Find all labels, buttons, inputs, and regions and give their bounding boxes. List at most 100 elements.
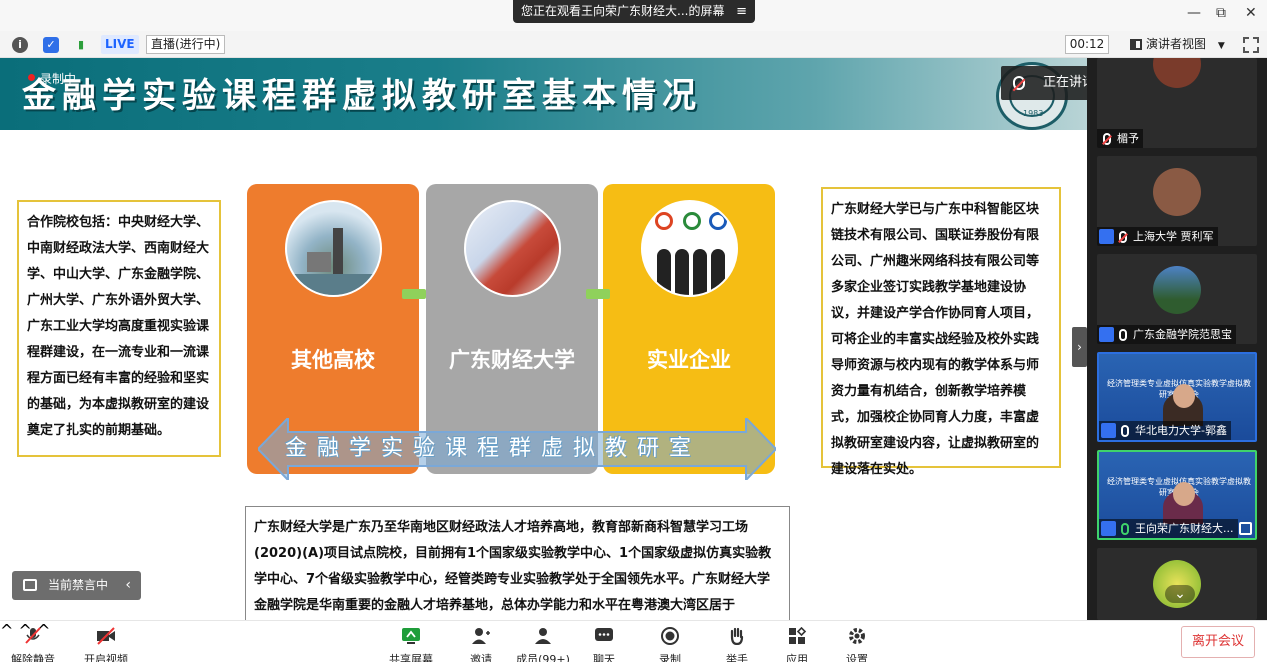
arrow-banner-text: 金融学实验课程群虚拟教研室 bbox=[285, 436, 702, 461]
participant-name: 上海大学 贾利军 bbox=[1133, 230, 1214, 243]
scroll-down-icon[interactable]: ⌄ bbox=[1165, 585, 1195, 603]
chevron-left-icon[interactable]: ‹ bbox=[125, 571, 131, 600]
record-button[interactable]: 录制 bbox=[640, 625, 700, 662]
title-bar: 您正在观看王向荣广东财经大...的屏幕 ≡ — ⧉ ✕ bbox=[0, 0, 1267, 31]
tower-shape bbox=[333, 228, 343, 276]
apps-button[interactable]: 应用 bbox=[767, 625, 827, 662]
camera-off-icon bbox=[97, 627, 115, 645]
record-dot-icon bbox=[28, 74, 35, 81]
settings-button[interactable]: 设置 bbox=[827, 625, 887, 662]
record-label: 录制 bbox=[659, 653, 681, 662]
menu-icon[interactable]: ≡ bbox=[736, 0, 747, 23]
restore-icon[interactable]: ⧉ bbox=[1216, 5, 1226, 21]
hand-icon bbox=[730, 627, 744, 645]
close-icon[interactable]: ✕ bbox=[1245, 5, 1257, 21]
invite-label: 邀请 bbox=[470, 653, 492, 662]
building-photo bbox=[464, 200, 561, 297]
invite-icon bbox=[472, 628, 490, 644]
chat-button[interactable]: 聊天 bbox=[574, 625, 634, 662]
avatar bbox=[1153, 58, 1201, 88]
mic-active-icon bbox=[1121, 523, 1129, 535]
card-label: 其他高校 bbox=[291, 348, 375, 372]
minimize-icon[interactable]: — bbox=[1187, 5, 1201, 21]
participant-tile[interactable] bbox=[1097, 548, 1257, 620]
record-label: 录制中 bbox=[40, 72, 77, 86]
water-shape bbox=[287, 274, 380, 295]
signal-icon[interactable]: ▮ bbox=[73, 37, 89, 53]
raise-hand-label: 举手 bbox=[726, 653, 748, 662]
invite-button[interactable]: 邀请 bbox=[451, 625, 511, 662]
participant-face bbox=[1173, 482, 1195, 506]
chevron-down-icon: ▼ bbox=[1217, 41, 1225, 51]
leave-meeting-button[interactable]: 离开会议 bbox=[1181, 626, 1255, 658]
share-screen-icon bbox=[402, 628, 420, 644]
meeting-window: 您正在观看王向荣广东财经大...的屏幕 ≡ — ⧉ ✕ i ✓ ▮ LIVE 直… bbox=[0, 0, 1267, 662]
participant-name: 王向荣广东财经大... bbox=[1135, 522, 1234, 535]
double-arrow-icon bbox=[586, 289, 610, 299]
participant-tile[interactable]: 广东金融学院范思宝 bbox=[1097, 254, 1257, 344]
participant-name: 楣予 bbox=[1117, 132, 1139, 145]
participant-label: 王向荣广东财经大... bbox=[1099, 519, 1238, 538]
participant-name: 广东金融学院范思宝 bbox=[1133, 328, 1232, 341]
user-icon bbox=[1099, 327, 1114, 342]
collapse-sidebar-button[interactable]: › bbox=[1072, 327, 1087, 367]
person-silhouette bbox=[657, 249, 671, 295]
members-button[interactable]: 成员(99+) bbox=[513, 625, 573, 662]
mic-icon bbox=[1121, 425, 1129, 437]
participant-face bbox=[1173, 384, 1195, 408]
gdufe-intro-box: 广东财经大学是广东乃至华南地区财经政法人才培养高地，教育部新商科智慧学习工场(2… bbox=[245, 506, 790, 620]
person-silhouette bbox=[711, 249, 725, 295]
participant-label: 华北电力大学-郭鑫 bbox=[1099, 421, 1231, 440]
avatar bbox=[1153, 168, 1201, 216]
participant-sidebar: 楣予 上海大学 贾利军 广东金融学院范思宝 经济管理类专业虚拟仿真实验教学虚拟教… bbox=[1087, 58, 1267, 620]
participant-tile[interactable]: 楣予 bbox=[1097, 58, 1257, 148]
person-silhouette bbox=[693, 249, 707, 295]
live-badge: LIVE bbox=[101, 35, 139, 54]
apps-label: 应用 bbox=[786, 653, 808, 662]
view-mode-button[interactable]: 演讲者视图 ▼ bbox=[1124, 35, 1233, 54]
settings-label: 设置 bbox=[846, 653, 868, 662]
user-icon bbox=[1101, 423, 1116, 438]
mic-muted-icon bbox=[1013, 76, 1025, 90]
chat-label: 聊天 bbox=[593, 653, 615, 662]
business-people-photo bbox=[641, 200, 738, 297]
shield-icon[interactable]: ✓ bbox=[43, 37, 59, 53]
fullscreen-icon[interactable] bbox=[1243, 37, 1259, 53]
start-video-button[interactable]: 开启视频 bbox=[76, 625, 136, 662]
double-arrow-icon bbox=[402, 289, 426, 299]
share-banner-text: 您正在观看王向荣广东财经大...的屏幕 bbox=[521, 4, 725, 18]
card-label: 广东财经大学 bbox=[449, 348, 575, 372]
record-icon bbox=[661, 627, 679, 645]
user-icon bbox=[1099, 229, 1114, 244]
campus-photo bbox=[285, 200, 382, 297]
mic-muted-icon bbox=[25, 627, 41, 644]
unmute-button[interactable]: 解除静音 bbox=[3, 625, 63, 662]
building-shape bbox=[307, 252, 331, 272]
enterprise-cooperation-box: 广东财经大学已与广东中科智能区块链技术有限公司、国联证券股份有限公司、广州趣米网… bbox=[821, 187, 1061, 477]
members-label: 成员(99+) bbox=[516, 653, 570, 662]
info-icon[interactable]: i bbox=[12, 37, 28, 53]
participant-tile[interactable]: 上海大学 贾利军 bbox=[1097, 156, 1257, 246]
chat-muted-icon bbox=[23, 579, 37, 591]
partner-schools-box: 合作院校包括：中央财经大学、中南财经政法大学、西南财经大学、中山大学、广东金融学… bbox=[17, 200, 221, 457]
screen-share-banner[interactable]: 您正在观看王向荣广东财经大...的屏幕 ≡ bbox=[513, 0, 755, 23]
chat-icon bbox=[595, 628, 613, 641]
slide-title: 金融学实验课程群虚拟教研室基本情况 bbox=[22, 76, 702, 116]
share-screen-button[interactable]: 共享屏幕 bbox=[381, 625, 441, 662]
participant-tile[interactable]: 经济管理类专业虚拟仿真实验教学虚拟教研室研讨会 华北电力大学-郭鑫 bbox=[1097, 352, 1257, 442]
participant-tile-active-speaker[interactable]: 经济管理类专业虚拟仿真实验教学虚拟教研室研讨会 王向荣广东财经大... bbox=[1097, 450, 1257, 540]
mute-status-banner[interactable]: 当前禁言中 ‹ bbox=[12, 571, 141, 600]
seal-year: 1983 bbox=[1023, 109, 1044, 118]
share-screen-label: 共享屏幕 bbox=[389, 653, 433, 662]
bank-logo-icon bbox=[683, 212, 701, 230]
person-silhouette bbox=[675, 249, 689, 295]
apps-icon bbox=[789, 627, 807, 644]
slide-header: 金融学实验课程群虚拟教研室基本情况 录制中 1983 正在讲话: 王向荣广东财经… bbox=[0, 58, 1087, 130]
raise-hand-button[interactable]: 举手 bbox=[707, 625, 767, 662]
mic-muted-icon bbox=[1103, 133, 1111, 145]
view-mode-label: 演讲者视图 bbox=[1146, 37, 1207, 51]
gear-icon bbox=[849, 628, 865, 644]
live-status[interactable]: 直播(进行中) bbox=[146, 35, 226, 54]
avatar bbox=[1153, 266, 1201, 314]
user-icon bbox=[1101, 521, 1116, 536]
